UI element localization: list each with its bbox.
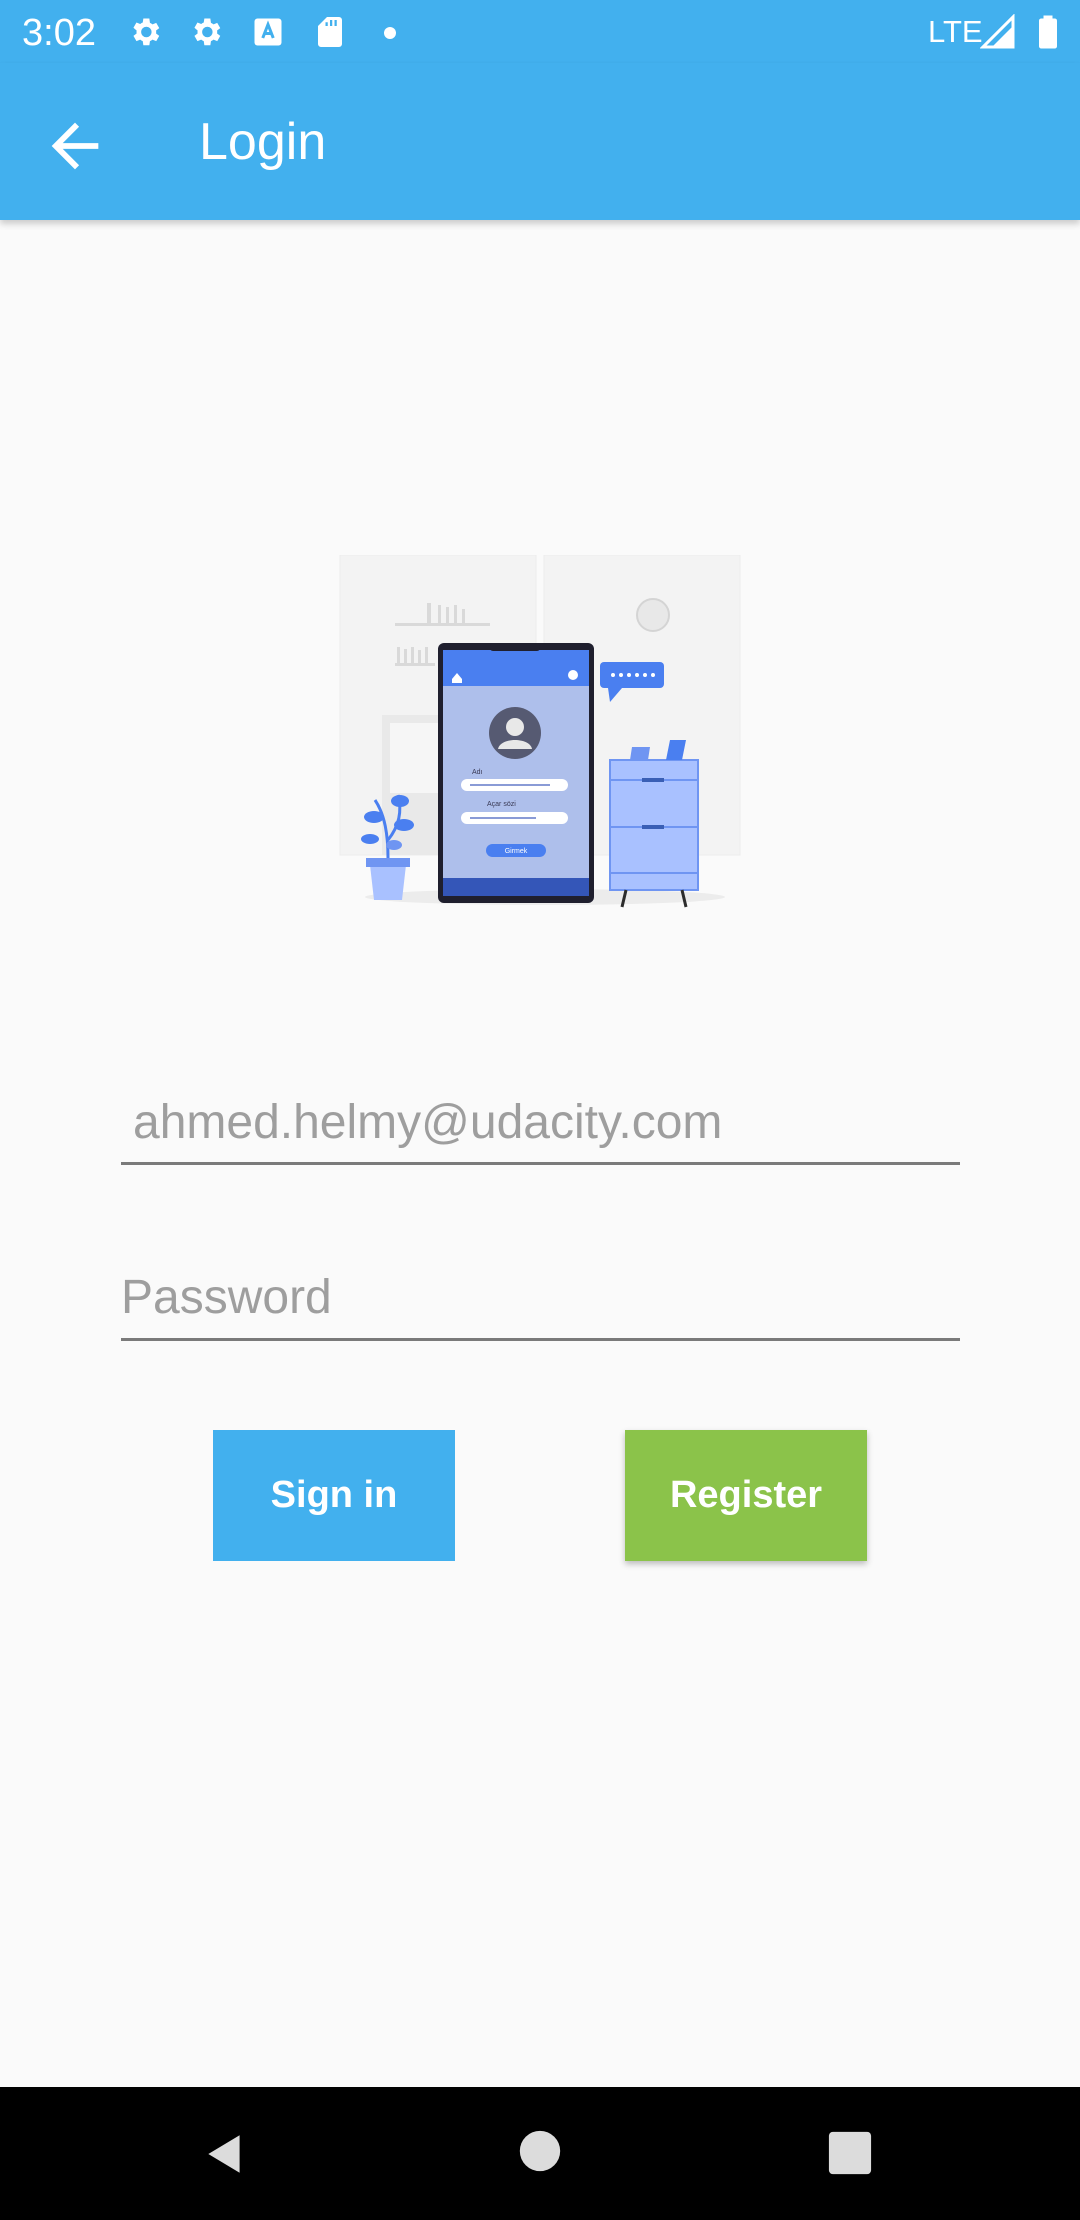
login-illustration: Adı Açar sözi Girmek [339, 555, 741, 908]
battery-icon [1039, 15, 1057, 49]
signal-icon [980, 14, 1015, 49]
illustration-name-label: Adı [472, 769, 483, 776]
home-circle-icon[interactable] [518, 2129, 562, 2173]
notification-dot-icon [384, 27, 396, 39]
status-bar: 3:02 LTE [0, 0, 1080, 63]
app-bar: Login [0, 63, 1080, 220]
sd-card-icon [318, 17, 342, 47]
illustration-button-label: Girmek [505, 848, 528, 855]
email-input[interactable] [121, 1090, 972, 1154]
password-underline [121, 1338, 960, 1341]
page-title: Login [199, 113, 327, 171]
email-underline [121, 1162, 960, 1165]
login-screen: 3:02 LTE Login Adı Açar sözi Girmek ahme… [0, 0, 1080, 2220]
network-type: LTE [928, 14, 983, 49]
text-recognition-icon [254, 18, 282, 46]
navigation-bar [0, 2087, 1080, 2220]
illustration-password-label: Açar sözi [487, 801, 516, 808]
back-triangle-icon[interactable] [200, 2129, 250, 2179]
sign-in-button[interactable]: Sign in [213, 1430, 455, 1561]
settings-icon [194, 18, 221, 46]
settings-icon [133, 18, 160, 46]
password-field[interactable] [121, 1265, 960, 1345]
arrow-back-icon[interactable] [40, 111, 110, 181]
recents-square-icon[interactable] [827, 2130, 873, 2176]
email-field[interactable] [121, 1090, 972, 1170]
password-input[interactable] [121, 1265, 960, 1329]
register-button[interactable]: Register [625, 1430, 867, 1561]
status-time: 3:02 [22, 12, 96, 54]
